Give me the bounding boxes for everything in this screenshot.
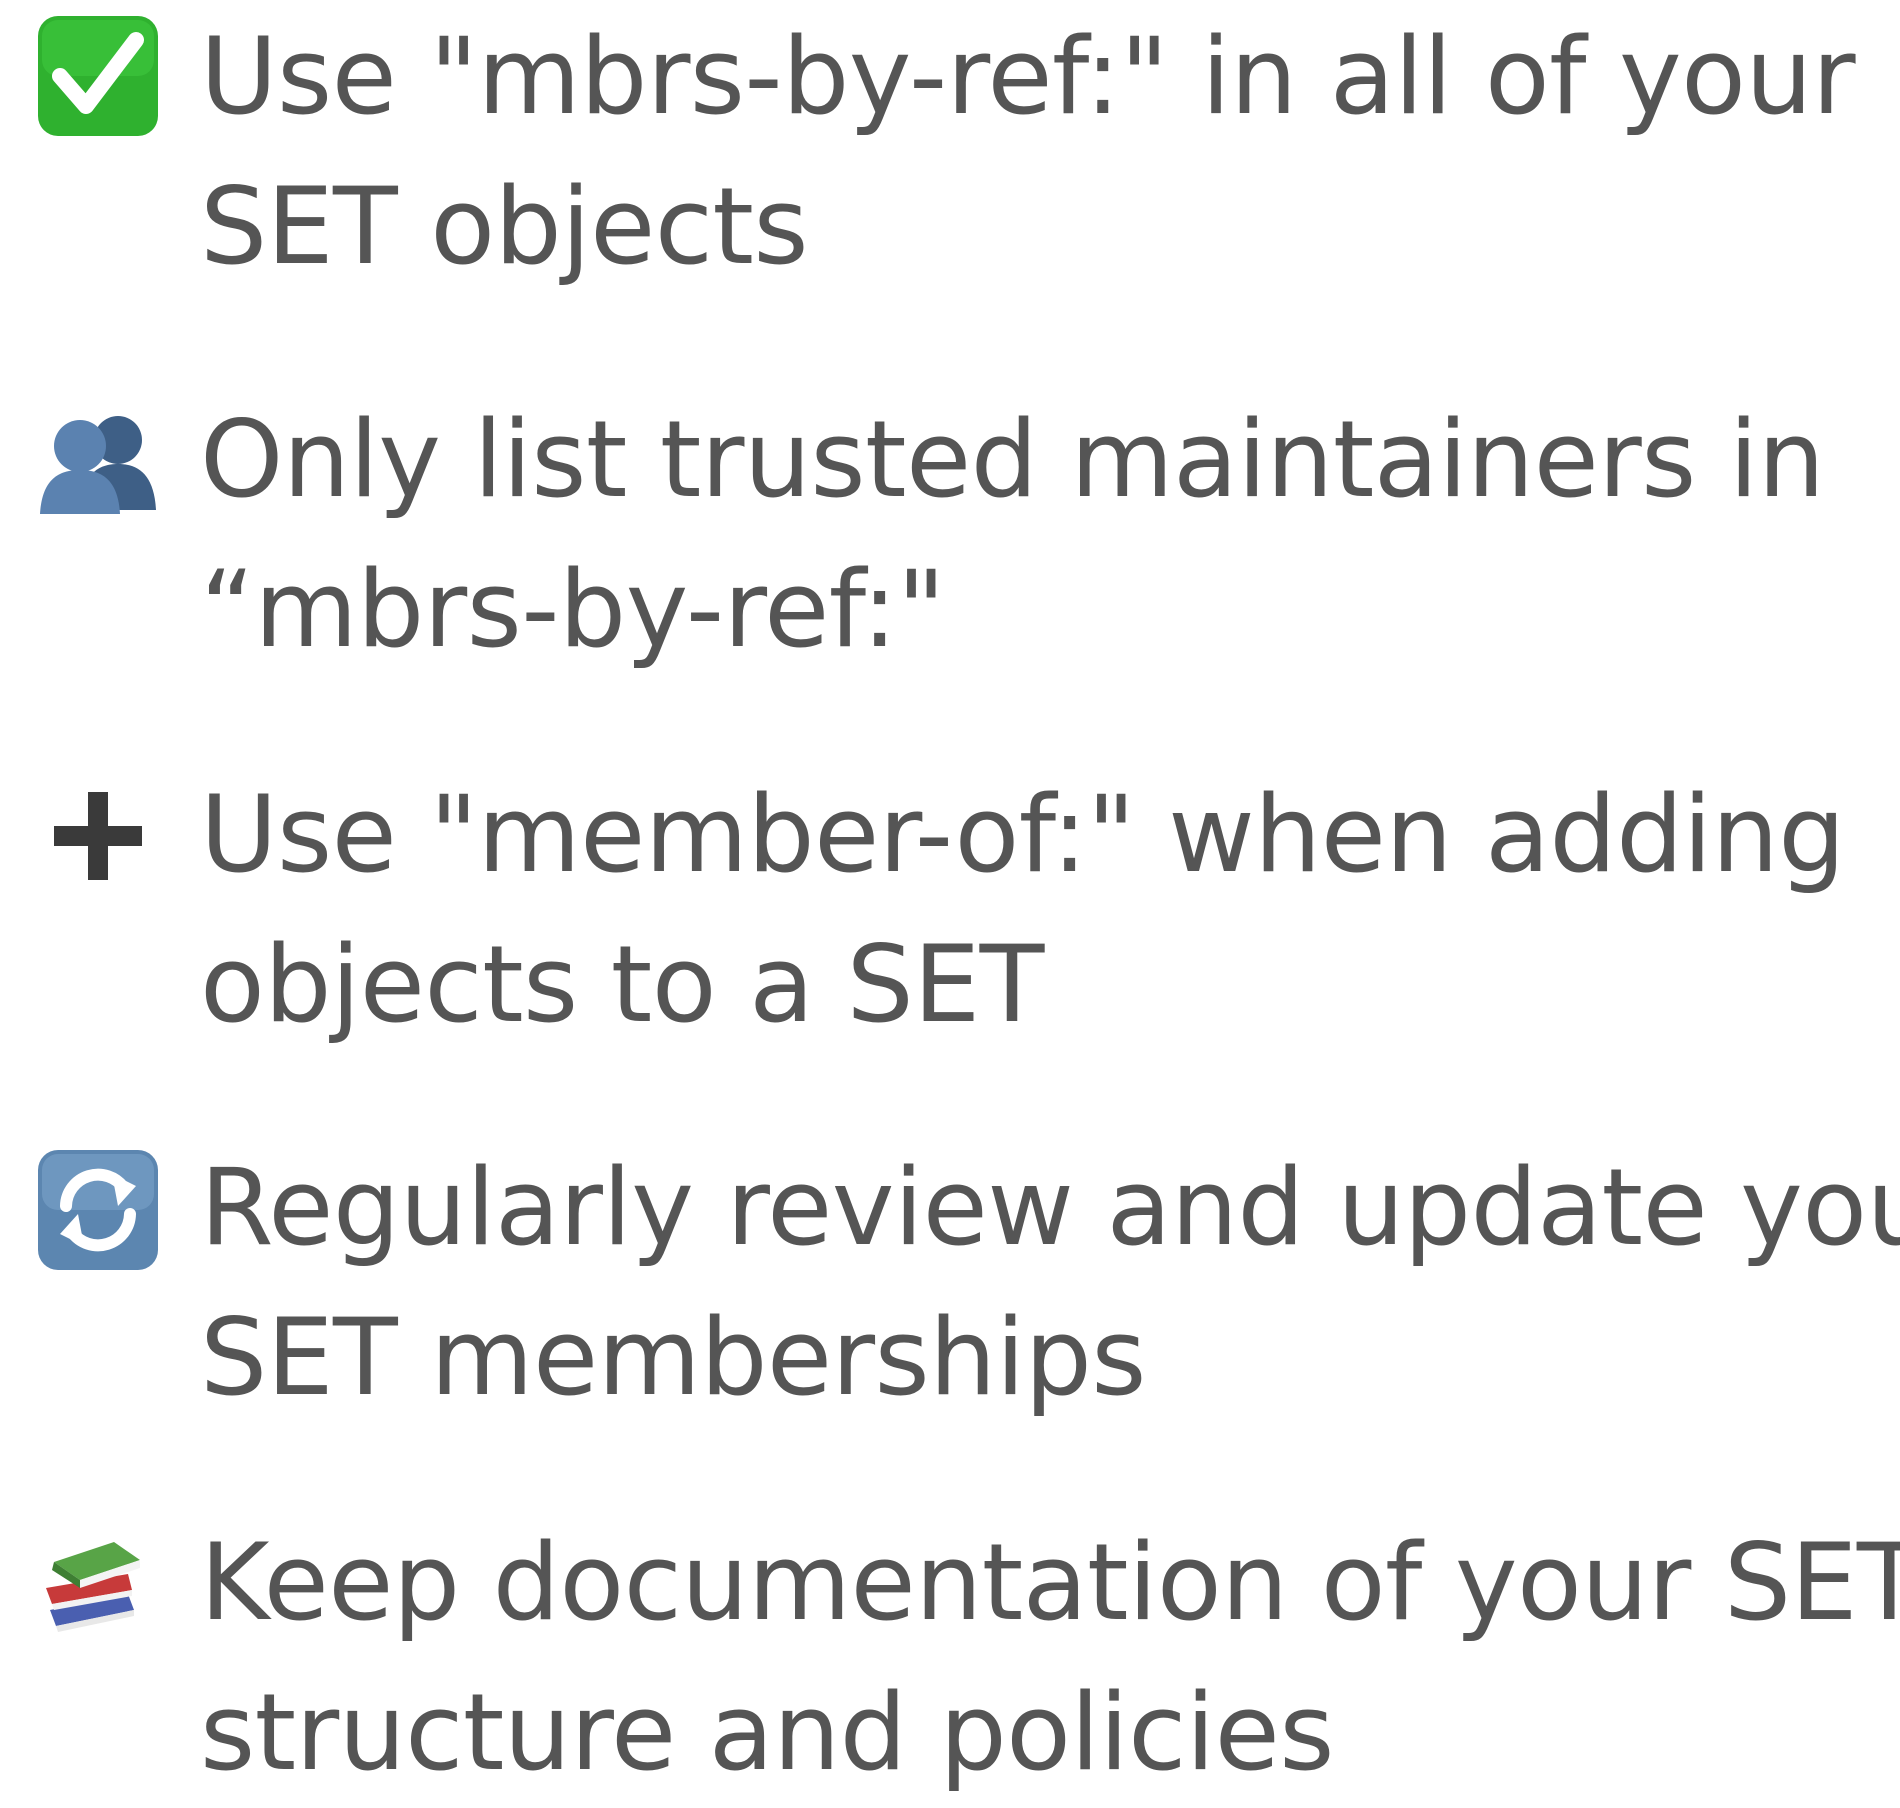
item-text-line: SET objects bbox=[200, 165, 809, 288]
tips-list: Use "mbrs-by-ref:" in all of your SET ob… bbox=[0, 0, 1900, 1794]
item-text-line: Use "mbrs-by-ref:" in all of your bbox=[200, 15, 1856, 138]
item-text-line: Only list trusted maintainers in bbox=[200, 398, 1825, 521]
item-text-line: structure and policies bbox=[200, 1671, 1334, 1794]
item-text: Regularly review and update your SET mem… bbox=[200, 1133, 1900, 1433]
books-icon bbox=[36, 1522, 160, 1646]
item-text-line: “mbrs-by-ref:" bbox=[200, 548, 946, 671]
item-text-line: objects to a SET bbox=[200, 923, 1044, 1046]
check-mark-button-icon bbox=[36, 14, 160, 138]
item-text: Only list trusted maintainers in “mbrs-b… bbox=[200, 385, 1888, 685]
item-text: Use "mbrs-by-ref:" in all of your SET ob… bbox=[200, 2, 1888, 302]
item-text-line: Keep documentation of your SET bbox=[200, 1521, 1900, 1644]
item-text: Use "member-of:" when adding objects to … bbox=[200, 760, 1888, 1060]
item-text: Keep documentation of your SET structure… bbox=[200, 1508, 1900, 1808]
arrows-refresh-icon bbox=[36, 1148, 160, 1272]
item-text-line: SET memberships bbox=[200, 1296, 1146, 1419]
item-text-line: Use "member-of:" when adding bbox=[200, 773, 1845, 896]
busts-in-silhouette-icon bbox=[36, 398, 160, 522]
heavy-plus-icon bbox=[36, 774, 160, 898]
item-text-line: Regularly review and update your bbox=[200, 1146, 1900, 1269]
